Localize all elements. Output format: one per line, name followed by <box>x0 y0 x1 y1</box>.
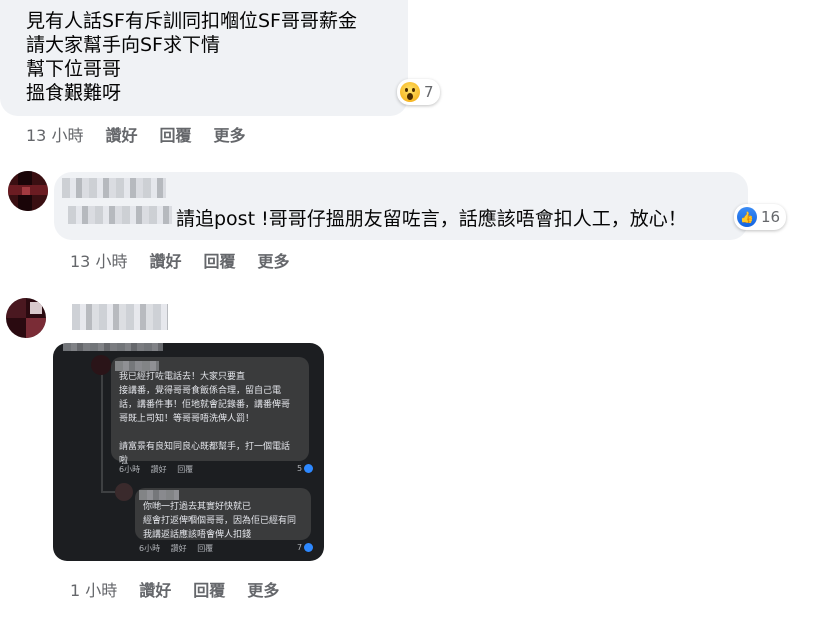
avatar <box>115 483 133 501</box>
reaction-count: 16 <box>761 208 781 226</box>
reaction-count: 7 <box>424 83 434 101</box>
thread-line <box>101 361 103 491</box>
reply-reply: 回覆 <box>197 544 214 553</box>
comment-timestamp[interactable]: 1 小時 <box>70 577 117 601</box>
reply-bubble: 我已經打咗電話去！大家只要直 接講番，覺得哥哥食飯係合理，留自己電 話，講番件事… <box>111 357 309 466</box>
comment-actions: 13 小時 讚好 回覆 更多 <box>26 122 268 146</box>
like-icon <box>304 464 314 473</box>
reply-actions: 6小時 讚好 回覆 <box>139 543 221 554</box>
more-button[interactable]: 更多 <box>257 248 289 272</box>
reply-reply: 回覆 <box>177 465 194 474</box>
more-button[interactable]: 更多 <box>213 122 245 146</box>
blurred-username <box>139 490 179 500</box>
more-button[interactable]: 更多 <box>247 577 279 601</box>
comment-image-screenshot[interactable]: 我已經打咗電話去！大家只要直 接講番，覺得哥哥食飯係合理，留自己電 話，講番件事… <box>53 343 324 561</box>
reaction-count: 5 <box>297 464 303 473</box>
blurred-username[interactable] <box>62 178 166 198</box>
like-icon <box>304 543 314 552</box>
like-button[interactable]: 讚好 <box>105 122 137 146</box>
reaction-summary[interactable]: 7 <box>397 79 440 105</box>
comment-text-line: 幫下位哥哥 <box>26 58 122 80</box>
comment-bubble: 見有人話SF有斥訓同扣嗰位SF哥哥薪金 請大家幫手向SF求下情 幫下位哥哥 搵食… <box>0 0 408 116</box>
avatar[interactable] <box>8 171 48 211</box>
reaction-summary[interactable]: 👍 16 <box>734 204 787 230</box>
reply-button[interactable]: 回覆 <box>203 248 235 272</box>
comment-timestamp[interactable]: 13 小時 <box>26 122 83 146</box>
reply-actions: 6小時 讚好 回覆 <box>119 464 201 475</box>
comment-text-line: 請大家幫手向SF求下情 <box>26 34 220 56</box>
reply-bubble: 你哋一打過去其實好快就已 經會打返俾嗰個哥哥，因為佢已經有同 我講返話應該唔會俾… <box>135 488 311 540</box>
comment-text-line: 搵食艱難呀 <box>26 82 122 104</box>
comment-timestamp[interactable]: 13 小時 <box>70 248 127 272</box>
reply-button[interactable]: 回覆 <box>193 577 225 601</box>
reply-like: 讚好 <box>150 465 167 474</box>
thread-line <box>101 491 115 493</box>
blurred-username <box>68 206 172 224</box>
avatar[interactable] <box>6 298 46 338</box>
reply-reaction: 5 <box>297 464 314 473</box>
reaction-count: 7 <box>297 543 303 552</box>
comment-actions: 13 小時 讚好 回覆 更多 <box>70 248 312 272</box>
reply-text: 我已經打咗電話去！大家只要直 接講番，覺得哥哥食飯係合理，留自己電 話，講番件事… <box>119 372 291 466</box>
comment-text-line: 見有人話SF有斥訓同扣嗰位SF哥哥薪金 <box>26 10 357 32</box>
comment-text: 請追post !哥哥仔搵朋友留咗言，話應該唔會扣人工，放心！ <box>176 208 687 230</box>
reply-timestamp: 6小時 <box>139 544 161 553</box>
reply-button[interactable]: 回覆 <box>159 122 191 146</box>
reply-text: 你哋一打過去其實好快就已 經會打返俾嗰個哥哥，因為佢已經有同 我講返話應該唔會俾… <box>143 502 297 540</box>
comment-actions: 1 小時 讚好 回覆 更多 <box>70 577 301 601</box>
reply-reaction: 7 <box>297 543 314 552</box>
comment-bubble: 請追post !哥哥仔搵朋友留咗言，話應該唔會扣人工，放心！ <box>54 172 748 240</box>
blurred-username <box>63 343 163 351</box>
avatar <box>91 355 111 375</box>
like-button[interactable]: 讚好 <box>139 577 171 601</box>
wow-emoji-icon <box>400 82 420 102</box>
reply-like: 讚好 <box>170 544 187 553</box>
blurred-username[interactable] <box>72 304 168 330</box>
like-button[interactable]: 讚好 <box>149 248 181 272</box>
like-icon: 👍 <box>737 207 757 227</box>
reply-timestamp: 6小時 <box>119 465 141 474</box>
